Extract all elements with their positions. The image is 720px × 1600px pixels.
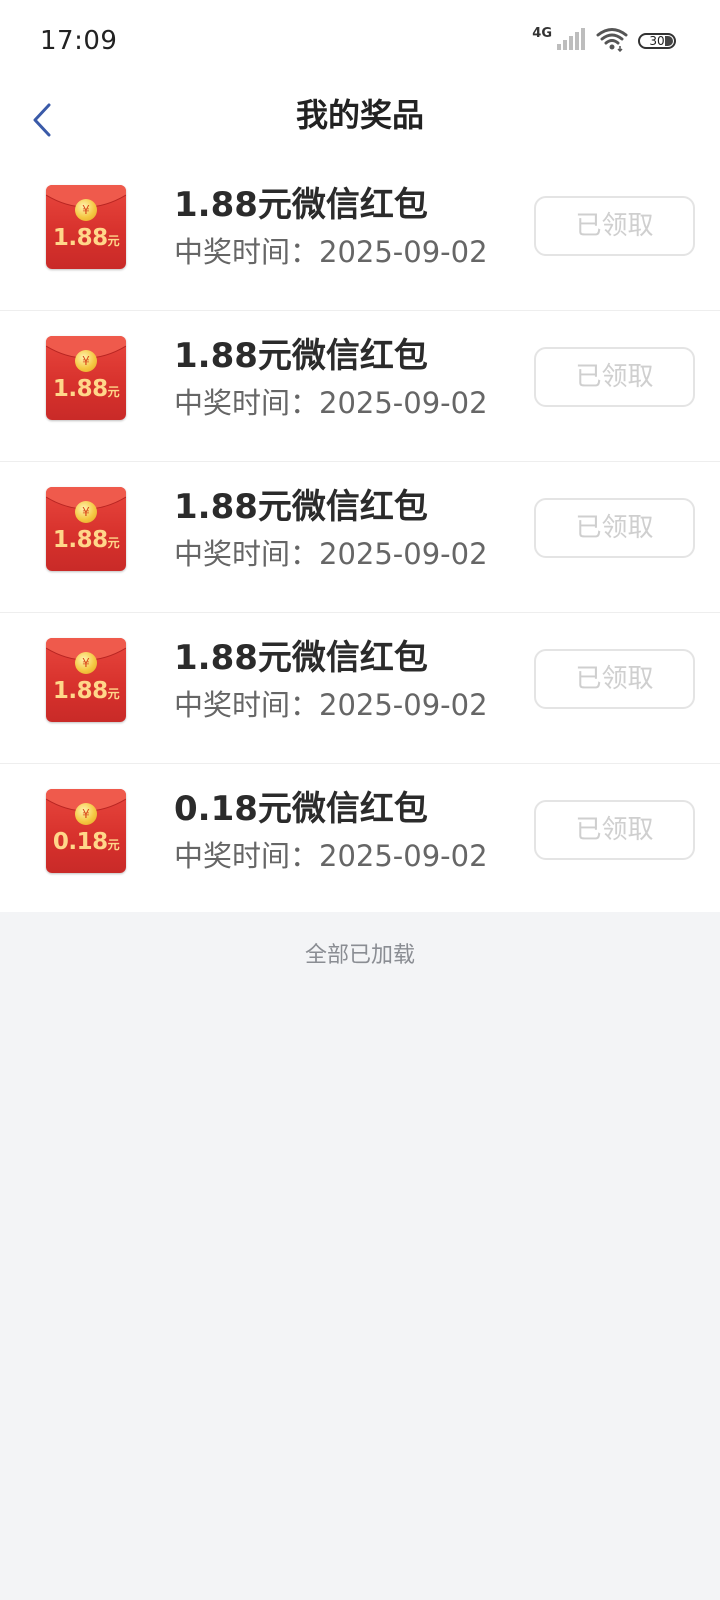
prize-title: 1.88元微信红包 xyxy=(174,638,428,678)
status-time: 17:09 xyxy=(40,26,118,56)
prize-time: 中奖时间：2025-09-02 xyxy=(174,235,488,269)
prize-item: ¥ 1.88元 1.88元微信红包 中奖时间：2025-09-02 已领取 xyxy=(0,160,720,311)
coin-icon: ¥ xyxy=(75,652,97,674)
claimed-button[interactable]: 已领取 xyxy=(534,649,695,709)
prize-item: ¥ 1.88元 1.88元微信红包 中奖时间：2025-09-02 已领取 xyxy=(0,462,720,613)
nav-bar: 我的奖品 xyxy=(0,84,720,160)
envelope-unit: 元 xyxy=(107,536,120,550)
envelope-amount: 0.18 xyxy=(52,829,108,855)
prize-item: ¥ 1.88元 1.88元微信红包 中奖时间：2025-09-02 已领取 xyxy=(0,613,720,764)
network-type-label: 4G xyxy=(532,25,552,41)
red-envelope-icon: ¥ 1.88元 xyxy=(46,638,126,722)
battery-level: 30 xyxy=(649,34,665,48)
envelope-amount: 1.88 xyxy=(52,376,108,402)
prize-time: 中奖时间：2025-09-02 xyxy=(174,537,488,571)
red-envelope-icon: ¥ 0.18元 xyxy=(46,789,126,873)
all-loaded-text: 全部已加载 xyxy=(304,943,415,968)
envelope-unit: 元 xyxy=(107,687,120,701)
red-envelope-icon: ¥ 1.88元 xyxy=(46,185,126,269)
wifi-icon xyxy=(596,26,628,56)
status-bar: 17:09 4G 30 xyxy=(0,0,720,84)
signal-icon xyxy=(556,27,586,55)
battery-icon: 30 xyxy=(638,33,676,49)
claimed-button[interactable]: 已领取 xyxy=(534,800,695,860)
prize-title: 0.18元微信红包 xyxy=(174,789,428,829)
prize-item: ¥ 1.88元 1.88元微信红包 中奖时间：2025-09-02 已领取 xyxy=(0,311,720,462)
page-title: 我的奖品 xyxy=(295,96,424,134)
coin-icon: ¥ xyxy=(75,501,97,523)
status-icons: 4G 30 xyxy=(532,26,676,56)
prize-time: 中奖时间：2025-09-02 xyxy=(174,688,488,722)
claimed-button[interactable]: 已领取 xyxy=(534,196,695,256)
prize-time: 中奖时间：2025-09-02 xyxy=(174,386,488,420)
coin-icon: ¥ xyxy=(75,199,97,221)
envelope-unit: 元 xyxy=(107,385,120,399)
envelope-amount: 1.88 xyxy=(52,225,108,251)
envelope-amount: 1.88 xyxy=(52,527,108,553)
prize-time: 中奖时间：2025-09-02 xyxy=(174,839,488,873)
envelope-amount: 1.88 xyxy=(52,678,108,704)
envelope-unit: 元 xyxy=(107,838,120,852)
claimed-button[interactable]: 已领取 xyxy=(534,347,695,407)
envelope-unit: 元 xyxy=(107,234,120,248)
coin-icon: ¥ xyxy=(75,350,97,372)
prize-item: ¥ 0.18元 0.18元微信红包 中奖时间：2025-09-02 已领取 xyxy=(0,764,720,912)
prize-title: 1.88元微信红包 xyxy=(174,185,428,225)
claimed-button[interactable]: 已领取 xyxy=(534,498,695,558)
coin-icon: ¥ xyxy=(75,803,97,825)
red-envelope-icon: ¥ 1.88元 xyxy=(46,487,126,571)
prize-list: ¥ 1.88元 1.88元微信红包 中奖时间：2025-09-02 已领取 ¥ … xyxy=(0,160,720,912)
prize-title: 1.88元微信红包 xyxy=(174,336,428,376)
prize-title: 1.88元微信红包 xyxy=(174,487,428,527)
red-envelope-icon: ¥ 1.88元 xyxy=(46,336,126,420)
